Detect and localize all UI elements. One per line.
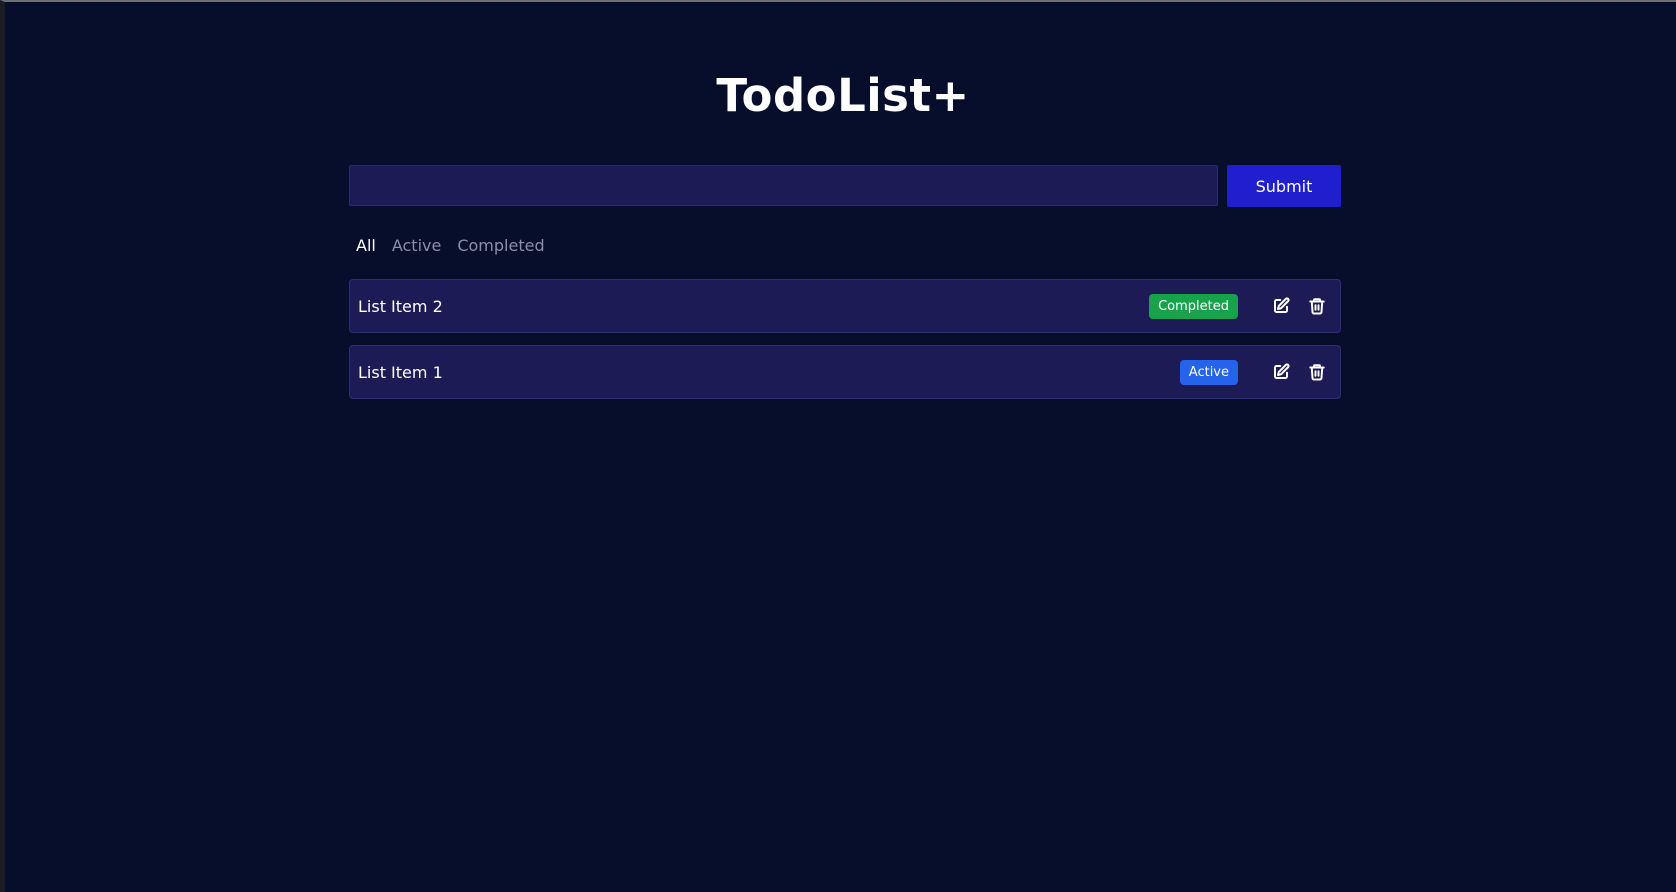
status-badge: Active bbox=[1179, 359, 1238, 385]
todo-list: List Item 2 Completed List Item 1 Active bbox=[349, 279, 1341, 411]
submit-button[interactable]: Submit bbox=[1227, 165, 1341, 207]
filter-completed[interactable]: Completed bbox=[457, 236, 544, 255]
page-title: TodoList+ bbox=[716, 69, 970, 122]
status-badge: Completed bbox=[1149, 293, 1238, 319]
todo-label: List Item 1 bbox=[358, 362, 443, 382]
todo-item: List Item 1 Active bbox=[349, 345, 1341, 399]
filter-all[interactable]: All bbox=[356, 236, 376, 255]
filter-tabs: All Active Completed bbox=[356, 236, 545, 255]
filter-active[interactable]: Active bbox=[392, 236, 442, 255]
edit-icon[interactable] bbox=[1270, 295, 1292, 317]
new-todo-input[interactable] bbox=[349, 165, 1218, 206]
todo-label: List Item 2 bbox=[358, 296, 443, 316]
edit-icon[interactable] bbox=[1270, 361, 1292, 383]
todo-item: List Item 2 Completed bbox=[349, 279, 1341, 333]
trash-icon[interactable] bbox=[1306, 361, 1328, 383]
trash-icon[interactable] bbox=[1306, 295, 1328, 317]
app-window: TodoList+ Submit All Active Completed Li… bbox=[0, 0, 1676, 892]
